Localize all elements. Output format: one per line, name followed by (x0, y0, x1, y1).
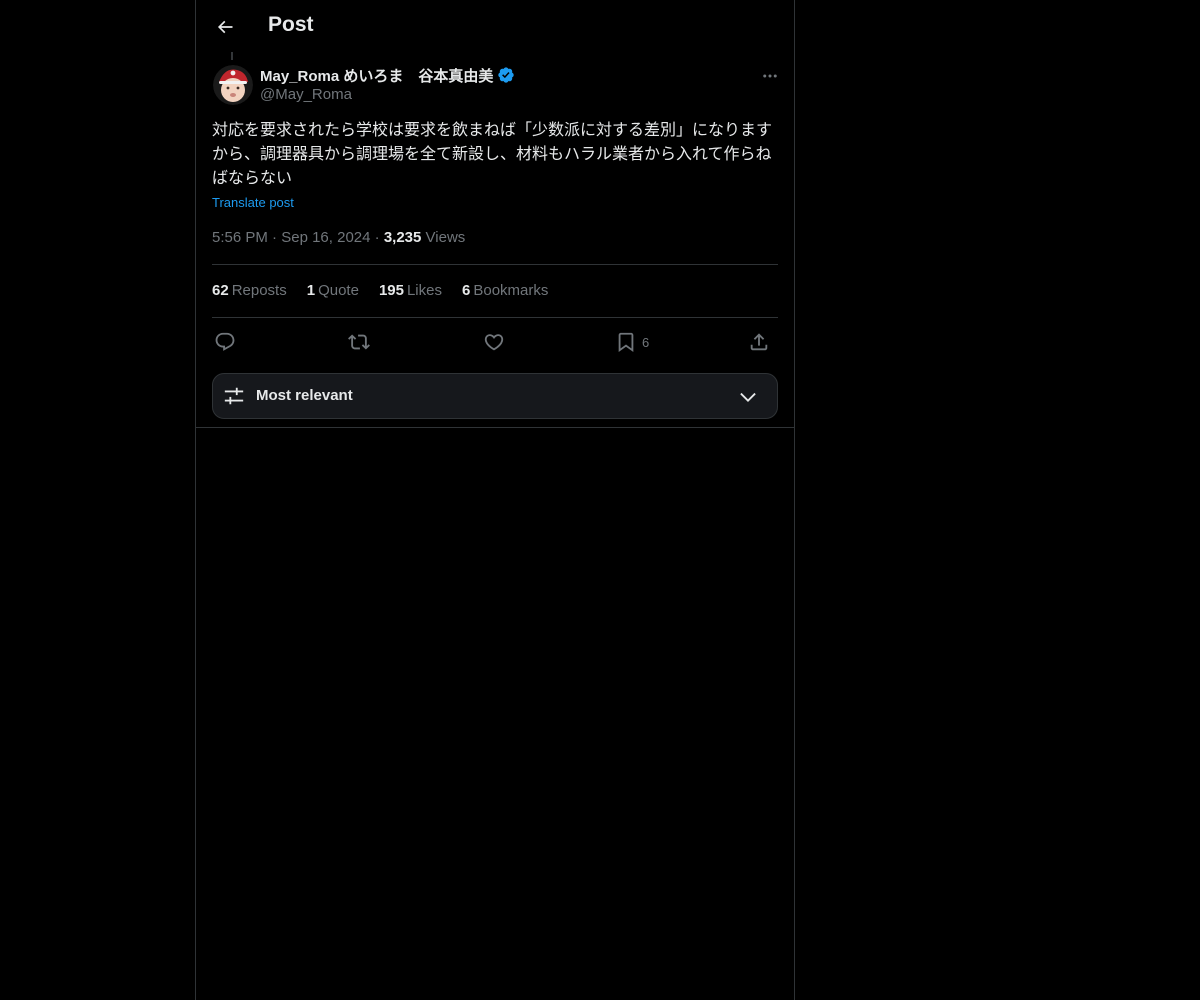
divider (212, 264, 778, 265)
reposts-stat[interactable]: 62 Reposts (212, 282, 287, 299)
meta-separator: · (374, 229, 384, 246)
bookmark-icon (615, 331, 637, 353)
post-date[interactable]: Sep 16, 2024 (281, 229, 370, 246)
page-title: Post (268, 13, 314, 36)
author-name[interactable]: May_Roma めいろま 谷本真由美 (260, 65, 493, 86)
more-options-button[interactable] (758, 64, 782, 88)
likes-label: Likes (406, 282, 442, 299)
more-horizontal-icon (761, 67, 779, 85)
verified-badge-icon[interactable] (497, 66, 515, 84)
bookmark-button[interactable]: 6 (615, 327, 649, 357)
reposts-label: Reposts (231, 282, 287, 299)
bookmarks-count: 6 (462, 282, 471, 299)
share-icon (748, 331, 770, 353)
quotes-stat[interactable]: 1 Quote (307, 282, 359, 299)
meta-separator: · (272, 229, 282, 246)
bookmark-count: 6 (642, 334, 650, 350)
sort-label: Most relevant (256, 387, 353, 404)
main-column: Post May_Roma めいろま 谷本真由美 @May_Roma 対応を要求… (195, 0, 795, 1000)
arrow-left-icon (215, 17, 235, 37)
sliders-icon (223, 385, 245, 407)
post-time[interactable]: 5:56 PM (212, 229, 268, 246)
like-button[interactable] (483, 327, 505, 357)
bookmarks-label: Bookmarks (473, 282, 549, 299)
action-bar: 6 (212, 327, 778, 357)
engagement-stats: 62 Reposts 1 Quote 195 Likes 6 Bookmarks (212, 282, 548, 299)
divider (196, 427, 794, 428)
author-block: May_Roma めいろま 谷本真由美 @May_Roma (260, 65, 515, 103)
post-meta: 5:56 PM · Sep 16, 2024 · 3,235 Views (212, 229, 465, 246)
repost-button[interactable] (348, 327, 370, 357)
translate-post-link[interactable]: Translate post (212, 195, 294, 210)
reply-sort-dropdown[interactable]: Most relevant (212, 373, 778, 419)
thread-connector-line (231, 52, 233, 60)
divider (212, 317, 778, 318)
heart-icon (483, 331, 505, 353)
bookmarks-stat[interactable]: 6 Bookmarks (462, 282, 548, 299)
quotes-count: 1 (306, 282, 316, 299)
likes-stat[interactable]: 195 Likes (379, 282, 442, 299)
back-button[interactable] (208, 10, 242, 44)
views-label: Views (425, 229, 466, 246)
author-name-row[interactable]: May_Roma めいろま 谷本真由美 (260, 65, 515, 85)
chevron-down-icon (737, 386, 759, 408)
quotes-label: Quote (318, 282, 359, 299)
reposts-count: 62 (212, 282, 229, 299)
repost-icon (348, 331, 370, 353)
page-header: Post (196, 0, 794, 54)
avatar[interactable] (213, 65, 253, 105)
author-handle[interactable]: @May_Roma (260, 86, 515, 103)
share-button[interactable] (748, 327, 770, 357)
reply-button[interactable] (214, 327, 236, 357)
views-count: 3,235 (383, 229, 422, 246)
likes-count: 195 (378, 282, 404, 299)
post-text: 対応を要求されたら学校は要求を飲まねば「少数派に対する差別」になりますから、調理… (212, 122, 773, 187)
reply-icon (214, 331, 236, 353)
